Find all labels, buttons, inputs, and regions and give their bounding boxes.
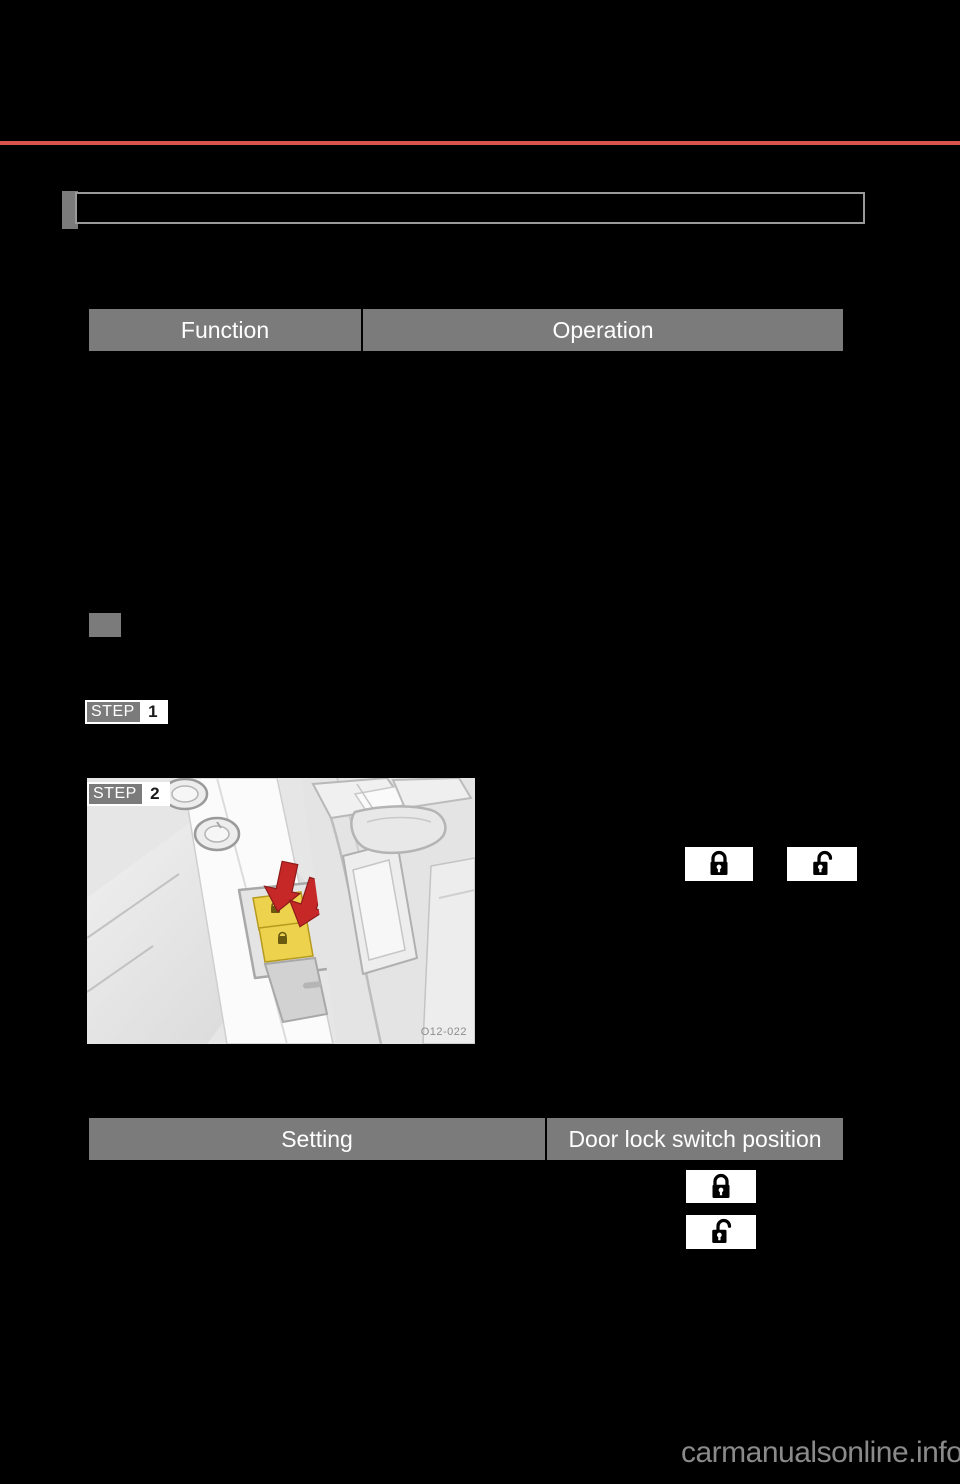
unlock-icon xyxy=(686,1215,756,1249)
lock-icon xyxy=(686,1170,756,1203)
lock-icon xyxy=(685,847,753,881)
step-badge-1: STEP 1 xyxy=(85,700,168,724)
bullet-square-marker xyxy=(89,613,121,637)
section-header xyxy=(62,191,880,229)
step-badge-2-word: STEP xyxy=(89,784,142,804)
illustration-caption-id: O12-022 xyxy=(420,1026,467,1038)
step-badge-1-word: STEP xyxy=(87,702,140,722)
step-badge-2: STEP 2 xyxy=(87,782,170,806)
unlock-icon xyxy=(787,847,857,881)
manual-page: Function Operation STEP 1 O12-022 STEP 2… xyxy=(0,0,960,1484)
lock-icon-glyph xyxy=(712,1173,730,1198)
footer-watermark: carmanualsonline.info xyxy=(681,1436,960,1469)
table-header-function: Function xyxy=(89,309,361,351)
section-header-frame xyxy=(75,192,865,224)
unlock-icon-glyph xyxy=(813,850,833,875)
step-badge-2-number: 2 xyxy=(141,784,168,804)
table-header-operation: Operation xyxy=(361,309,843,351)
table-header-setting: Setting xyxy=(89,1118,545,1160)
lock-icon-glyph xyxy=(710,850,728,875)
door-lock-switch-illustration: O12-022 xyxy=(87,778,475,1044)
illustration-svg xyxy=(87,778,475,1044)
unlock-icon-glyph xyxy=(712,1218,732,1243)
table-header-door-lock-switch-position: Door lock switch position xyxy=(545,1118,843,1160)
top-accent-rule xyxy=(0,141,960,145)
step-badge-1-number: 1 xyxy=(139,702,166,722)
